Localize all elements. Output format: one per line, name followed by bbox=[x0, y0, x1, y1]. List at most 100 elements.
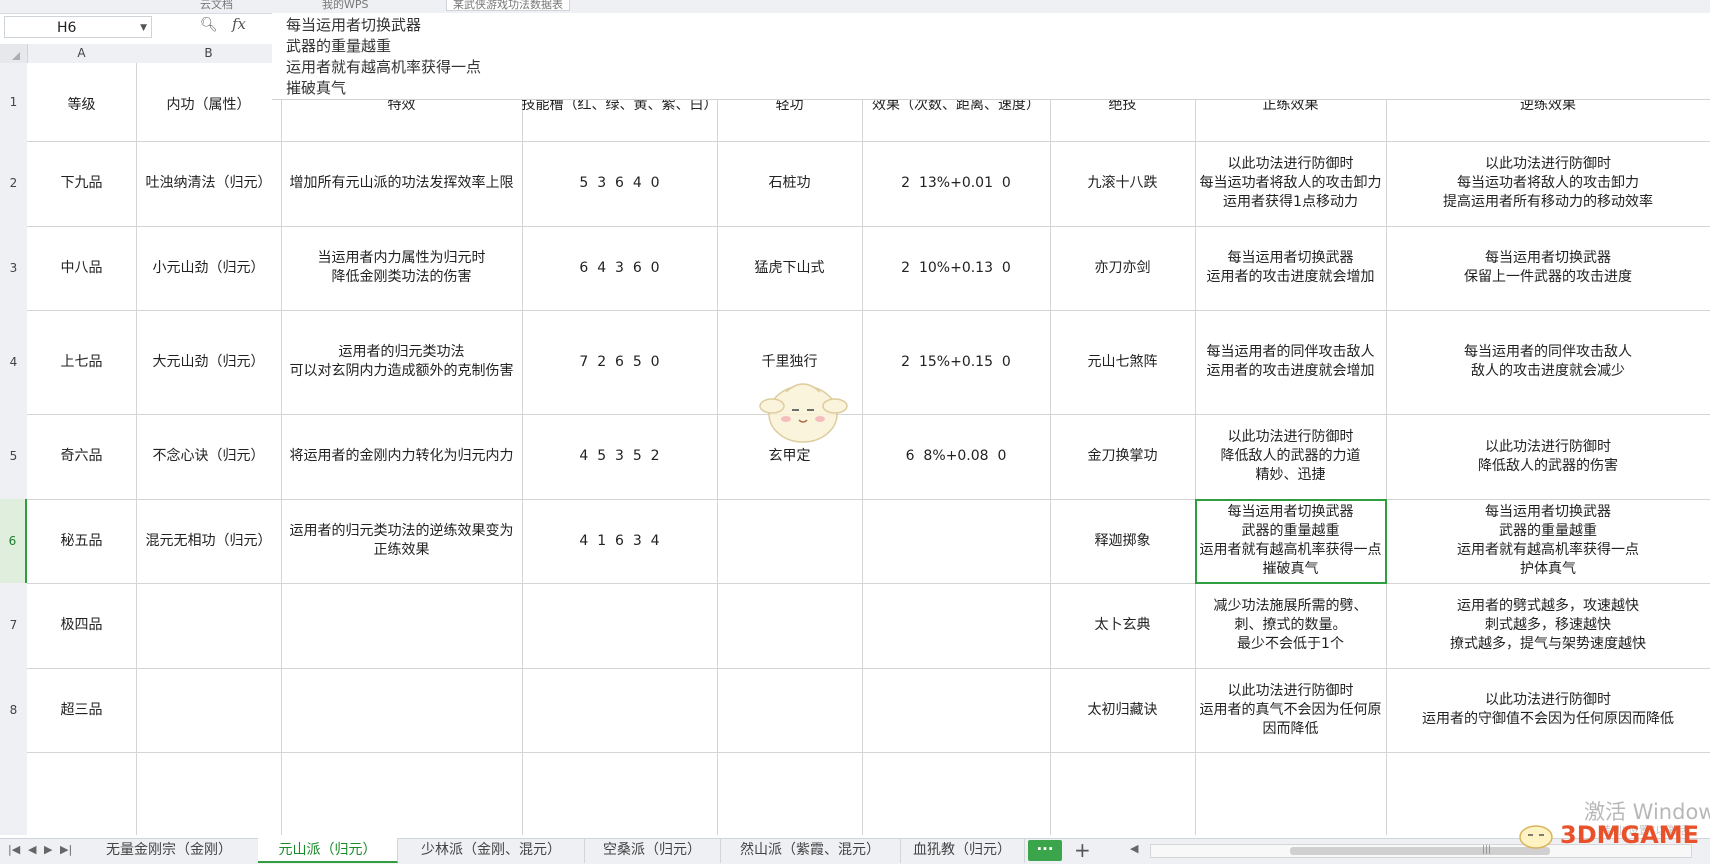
cell[interactable]: 以此功法进行防御时 每当运功者将敌人的攻击卸力 提高运用者所有移动力的移动效率 bbox=[1386, 141, 1710, 226]
cell[interactable]: 九滚十八跌 bbox=[1050, 141, 1195, 226]
cell[interactable] bbox=[862, 499, 1050, 583]
add-sheet-button[interactable]: + bbox=[1074, 838, 1091, 863]
more-sheets-button[interactable]: ··· bbox=[1028, 840, 1062, 861]
cell[interactable] bbox=[717, 583, 862, 668]
sheet-tab-0[interactable]: 无量金刚宗（金刚） bbox=[80, 838, 259, 863]
cell[interactable]: 亦刀亦剑 bbox=[1050, 226, 1195, 310]
row-header-6[interactable]: 6 bbox=[0, 499, 27, 583]
window-tab-1[interactable]: 我的WPS bbox=[322, 0, 369, 11]
cell[interactable]: 6 4 3 6 0 bbox=[522, 226, 717, 310]
sheet-tab-5[interactable]: 血犼教（归元） bbox=[900, 838, 1025, 863]
cell[interactable]: 以此功法进行防御时 降低敌人的武器的伤害 bbox=[1386, 414, 1710, 499]
sheet-tab-2[interactable]: 少林派（金刚、混元） bbox=[398, 838, 585, 863]
horizontal-scroll-thumb[interactable] bbox=[1290, 847, 1550, 855]
window-tab-2[interactable]: 某武侠游戏功法数据表 bbox=[446, 0, 570, 11]
fx-icon[interactable]: fx bbox=[232, 15, 246, 33]
cell[interactable] bbox=[522, 583, 717, 668]
cell[interactable]: 2 13%+0.01 0 bbox=[862, 141, 1050, 226]
cell[interactable]: 每当运用者切换武器 保留上一件武器的攻击进度 bbox=[1386, 226, 1710, 310]
sheet-tab-3[interactable]: 空桑派（归元） bbox=[584, 838, 721, 863]
row-header-8[interactable]: 8 bbox=[0, 668, 27, 752]
cell[interactable]: 不念心诀（归元） bbox=[136, 414, 281, 499]
scroll-left-icon[interactable]: ◀ bbox=[1130, 842, 1138, 855]
row-header-7[interactable]: 7 bbox=[0, 583, 27, 668]
prev-sheet-icon[interactable]: ◀ bbox=[28, 843, 36, 856]
row-header-1[interactable]: 1 bbox=[0, 63, 27, 141]
cell[interactable] bbox=[862, 583, 1050, 668]
cell[interactable]: 7 2 6 5 0 bbox=[522, 310, 717, 414]
cell[interactable]: 猛虎下山式 bbox=[717, 226, 862, 310]
magnifier-icon[interactable]: 🔍︎ bbox=[200, 17, 218, 33]
row-header-3[interactable]: 3 bbox=[0, 226, 27, 310]
cell[interactable] bbox=[522, 668, 717, 752]
cell[interactable]: 太初归藏诀 bbox=[1050, 668, 1195, 752]
cell[interactable] bbox=[862, 668, 1050, 752]
header-cell[interactable]: 内功（属性） bbox=[136, 63, 281, 141]
cell[interactable]: 2 10%+0.13 0 bbox=[862, 226, 1050, 310]
sheet-tab-1[interactable]: 元山派（归元） bbox=[258, 838, 398, 863]
cell[interactable]: 以此功法进行防御时 运用者的真气不会因为任何原因而降低 bbox=[1195, 668, 1386, 752]
formula-bar[interactable]: 每当运用者切换武器 武器的重量越重 运用者就有越高机率获得一点 摧破真气 bbox=[272, 13, 1710, 100]
cell[interactable]: 以此功法进行防御时 运用者的守御值不会因为任何原因而降低 bbox=[1386, 668, 1710, 752]
cell[interactable]: 每当运用者的同伴攻击敌人 敌人的攻击进度就会减少 bbox=[1386, 310, 1710, 414]
cell[interactable]: 上七品 bbox=[27, 310, 136, 414]
cell[interactable]: 减少功法施展所需的劈、 刺、撩式的数量。 最少不会低于1个 bbox=[1195, 583, 1386, 668]
cell[interactable]: 2 15%+0.15 0 bbox=[862, 310, 1050, 414]
cell[interactable]: 中八品 bbox=[27, 226, 136, 310]
window-tab-0[interactable]: 云文档 bbox=[200, 0, 233, 11]
cell[interactable]: 释迦掷象 bbox=[1050, 499, 1195, 583]
sheet-tab-4[interactable]: 然山派（紫霞、混元） bbox=[720, 838, 901, 863]
cell[interactable]: 下九品 bbox=[27, 141, 136, 226]
cell[interactable]: 6 8%+0.08 0 bbox=[862, 414, 1050, 499]
cell[interactable]: 吐浊纳清法（归元） bbox=[136, 141, 281, 226]
cell[interactable]: 极四品 bbox=[27, 583, 136, 668]
cell[interactable]: 运用者的归元类功法的逆练效果变为正练效果 bbox=[281, 499, 522, 583]
cell[interactable]: 4 5 3 5 2 bbox=[522, 414, 717, 499]
cell[interactable]: 金刀换掌功 bbox=[1050, 414, 1195, 499]
cell[interactable]: 增加所有元山派的功法发挥效率上限 bbox=[281, 141, 522, 226]
cell[interactable]: 大元山劲（归元） bbox=[136, 310, 281, 414]
cell[interactable]: 运用者的劈式越多，攻速越快 刺式越多，移速越快 撩式越多，提气与架势速度越快 bbox=[1386, 583, 1710, 668]
cell[interactable] bbox=[717, 668, 862, 752]
cell[interactable]: 以此功法进行防御时 降低敌人的武器的力道 精妙、迅捷 bbox=[1195, 414, 1386, 499]
cell[interactable] bbox=[136, 583, 281, 668]
cell[interactable]: 每当运用者切换武器 武器的重量越重 运用者就有越高机率获得一点 护体真气 bbox=[1386, 499, 1710, 583]
row-header-5[interactable]: 5 bbox=[0, 414, 27, 499]
chevron-down-icon[interactable]: ▼ bbox=[140, 17, 147, 39]
cell[interactable]: 太卜玄典 bbox=[1050, 583, 1195, 668]
row-header-2[interactable]: 2 bbox=[0, 141, 27, 226]
mascot-sticker bbox=[759, 383, 848, 443]
column-header-a[interactable]: A bbox=[27, 44, 136, 63]
cell[interactable]: 将运用者的金刚内力转化为归元内力 bbox=[281, 414, 522, 499]
formula-content[interactable]: 每当运用者切换武器 武器的重量越重 运用者就有越高机率获得一点 摧破真气 bbox=[286, 15, 481, 99]
cell[interactable] bbox=[281, 583, 522, 668]
column-header-b[interactable]: B bbox=[136, 44, 281, 63]
cell[interactable]: 超三品 bbox=[27, 668, 136, 752]
scroll-grip-icon: ||| bbox=[1482, 845, 1492, 855]
cell[interactable]: 元山七煞阵 bbox=[1050, 310, 1195, 414]
cell[interactable]: 混元无相功（归元） bbox=[136, 499, 281, 583]
cell[interactable]: 5 3 6 4 0 bbox=[522, 141, 717, 226]
header-cell[interactable]: 等级 bbox=[27, 63, 136, 141]
cell[interactable]: 4 1 6 3 4 bbox=[522, 499, 717, 583]
cell[interactable]: 每当运用者的同伴攻击敌人 运用者的攻击进度就会增加 bbox=[1195, 310, 1386, 414]
cell[interactable]: 以此功法进行防御时 每当运功者将敌人的攻击卸力 运用者获得1点移动力 bbox=[1195, 141, 1386, 226]
cell[interactable]: 石桩功 bbox=[717, 141, 862, 226]
first-sheet-icon[interactable]: |◀ bbox=[8, 843, 20, 856]
cell[interactable]: 小元山劲（归元） bbox=[136, 226, 281, 310]
cell[interactable] bbox=[136, 668, 281, 752]
select-all-triangle-icon bbox=[12, 52, 20, 60]
cell[interactable] bbox=[281, 668, 522, 752]
cell[interactable]: 运用者的归元类功法 可以对玄阴内力造成额外的克制伤害 bbox=[281, 310, 522, 414]
cell[interactable]: 当运用者内力属性为归元时 降低金刚类功法的伤害 bbox=[281, 226, 522, 310]
last-sheet-icon[interactable]: ▶| bbox=[60, 843, 72, 856]
next-sheet-icon[interactable]: ▶ bbox=[44, 843, 52, 856]
site-mascot-icon bbox=[1519, 825, 1553, 849]
row-header-4[interactable]: 4 bbox=[0, 310, 27, 414]
spreadsheet-grid[interactable]: 等级 内功（属性） 特效 技能槽（红、绿、黄、紫、白） 轻功 效果（次数、距离、速度） 绝技… bbox=[27, 63, 1710, 835]
cell[interactable] bbox=[717, 499, 862, 583]
cell[interactable]: 秘五品 bbox=[27, 499, 136, 583]
cell[interactable]: 每当运用者切换武器 运用者的攻击进度就会增加 bbox=[1195, 226, 1386, 310]
name-box[interactable]: H6 ▼ bbox=[4, 16, 152, 38]
cell[interactable]: 奇六品 bbox=[27, 414, 136, 499]
